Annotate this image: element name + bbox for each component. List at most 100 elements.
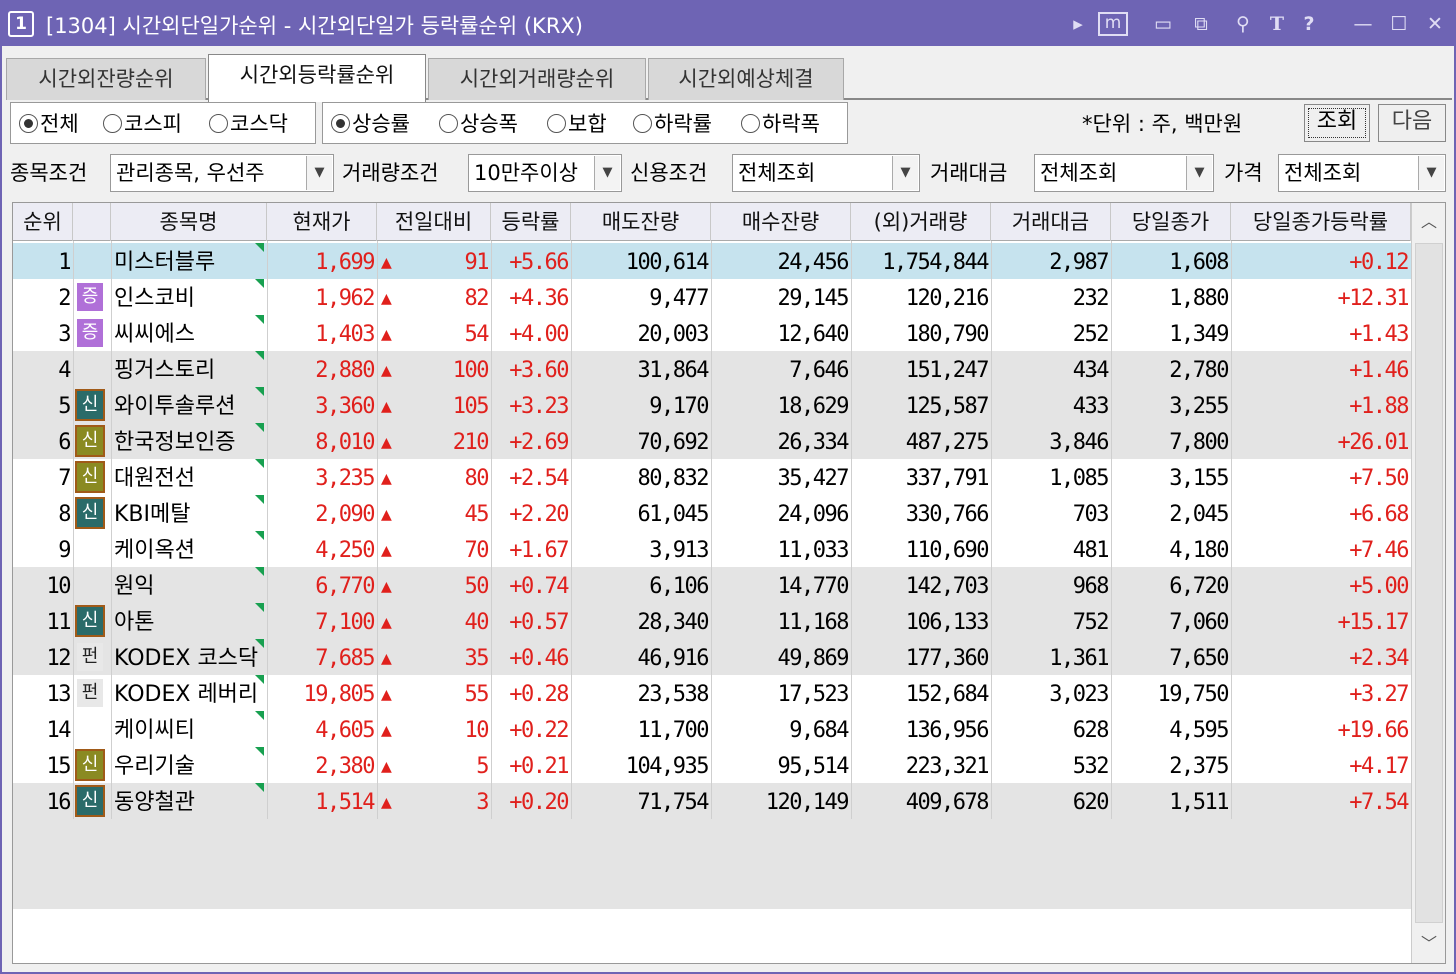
filter-credit-select[interactable]: 전체조회 ▼ [732,154,920,192]
chevron-down-icon[interactable]: ▼ [594,156,620,190]
col-header-amount[interactable]: 거래대금 [991,203,1111,241]
cell-volume: 142,703 [905,574,990,599]
window-copy-icon[interactable]: ⧉ [1186,10,1216,38]
m-icon[interactable]: m [1098,12,1128,36]
pin-icon[interactable]: ⚲ [1228,10,1258,38]
chevron-down-icon[interactable]: ▼ [892,156,918,190]
scroll-up-icon[interactable]: ︿ [1414,207,1444,237]
radio-kospi[interactable]: 코스피 [103,111,182,137]
table-row[interactable]: 2 인스코비 1,962 82 ▲ +4.36 9,477 29,145 120,216 232 1… [13,279,1411,315]
change-arrow: ▲ [377,351,401,387]
cell-close_rate: +7.46 [1349,538,1409,563]
minimize-icon[interactable]: — [1350,10,1376,38]
table-row[interactable]: 5 와이투솔루션 3,360 105 ▲ +3.23 9,170 18,629 125,587 4… [13,387,1411,423]
cell-price: 3,360 [315,394,375,419]
col-header-rank[interactable]: 순위 [13,203,73,241]
tab-expected-execution[interactable]: 시간외예상체결 [648,58,844,100]
tab-remaining-rank[interactable]: 시간외잔량순위 [6,58,206,100]
close-icon[interactable]: ✕ [1422,10,1448,38]
radio-circle [439,114,458,133]
table-row[interactable]: 15 우리기술 2,380 5 ▲ +0.21 104,935 95,514 223,321 53… [13,747,1411,783]
table-row[interactable]: 4 핑거스토리 2,880 100 ▲ +3.60 31,864 7,646 151,247 43… [13,351,1411,387]
cell-rate: +0.74 [509,574,569,599]
table-row[interactable]: 16 동양철관 1,514 3 ▲ +0.20 71,754 120,149 409,678 62… [13,783,1411,819]
cell-price: 2,880 [315,358,375,383]
table-row[interactable]: 11 아톤 7,100 40 ▲ +0.57 28,340 11,168 106,133 752 7… [13,603,1411,639]
table-row[interactable]: 13 KODEX 레버리 19,805 55 ▲ +0.28 23,538 17,523 152… [13,675,1411,711]
radio-all[interactable]: 전체 [19,111,79,137]
radio-fall-rate[interactable]: 하락률 [633,111,712,137]
radio-flat[interactable]: 보합 [547,111,607,137]
table-row[interactable]: 10 원익 6,770 50 ▲ +0.74 6,106 14,770 142,703 968 6,… [13,567,1411,603]
vertical-scrollbar[interactable]: ︿ ﹀ [1411,203,1445,963]
tab-change-rate-rank[interactable]: 시간외등락률순위 [208,54,426,102]
table-row[interactable]: 7 대원전선 3,235 80 ▲ +2.54 80,832 35,427 337,791 1,0… [13,459,1411,495]
scroll-track[interactable] [1415,243,1443,923]
table-row[interactable]: 14 케이씨티 4,605 10 ▲ +0.22 11,700 9,684 136,956 628… [13,711,1411,747]
filter-amount-select[interactable]: 전체조회 ▼ [1034,154,1214,192]
table-row[interactable]: 1 미스터블루 1,699 91 ▲ +5.66 100,614 24,456 1,754,84… [13,243,1411,279]
chevron-down-icon[interactable]: ▼ [306,156,332,190]
cell-bid: 11,033 [777,538,850,563]
window-icon[interactable]: ▭ [1148,10,1178,38]
cell-rate: +2.54 [509,466,569,491]
col-header-bid[interactable]: 매수잔량 [711,203,851,241]
table-row[interactable]: 8 KBI메탈 2,090 45 ▲ +2.20 61,045 24,096 330,766 70… [13,495,1411,531]
chevron-down-icon[interactable]: ▼ [1418,156,1444,190]
chevron-down-icon[interactable]: ▼ [1186,156,1212,190]
note-marker-icon [255,387,264,396]
maximize-icon[interactable]: ☐ [1386,10,1412,38]
cell-bid: 11,168 [777,610,850,635]
col-header-ask[interactable]: 매도잔량 [571,203,711,241]
col-header-badge[interactable] [73,203,111,241]
cell-rank: 13 [46,682,72,707]
col-header-price[interactable]: 현재가 [267,203,377,241]
cell-close: 7,650 [1169,646,1229,671]
cell-price: 7,685 [315,646,375,671]
col-header-change[interactable]: 전일대비 [377,203,491,241]
table-row[interactable]: 9 케이옥션 4,250 70 ▲ +1.67 3,913 11,033 110,690 481 4… [13,531,1411,567]
stock-badge: 신 [75,605,105,637]
col-header-close[interactable]: 당일종가 [1111,203,1231,241]
cell-price: 7,100 [315,610,375,635]
cell-close_rate: +1.88 [1349,394,1409,419]
cell-volume: 120,216 [905,286,990,311]
cell-bid: 29,145 [777,286,850,311]
cell-amount: 481 [1072,538,1110,563]
cell-bid: 18,629 [777,394,850,419]
col-header-volume[interactable]: (외)거래량 [851,203,991,241]
filter-price-select[interactable]: 전체조회 ▼ [1278,154,1446,192]
query-button[interactable]: 조회 [1304,104,1370,142]
tab-volume-rank[interactable]: 시간외거래량순위 [428,58,646,100]
change-arrow: ▲ [377,459,401,495]
table-row[interactable]: 3 씨씨에스 1,403 54 ▲ +4.00 20,003 12,640 180,790 252… [13,315,1411,351]
cell-amount: 968 [1072,574,1110,599]
cell-rank: 10 [46,574,72,599]
cell-close_rate: +1.46 [1349,358,1409,383]
col-header-close-rate[interactable]: 당일종가등락률 [1231,203,1411,241]
radio-rise-rate[interactable]: 상승률 [331,111,410,137]
radio-rise-amount[interactable]: 상승폭 [439,111,518,137]
column-divider [1111,241,1112,891]
filter-stock-select[interactable]: 관리종목, 우선주 ▼ [110,154,334,192]
cell-rate: +4.00 [509,322,569,347]
title-bar[interactable]: 1 [1304] 시간외단일가순위 - 시간외단일가 등락률순위 (KRX) ▸… [2,2,1454,46]
radio-fall-amount[interactable]: 하락폭 [741,111,820,137]
radio-circle [633,114,652,133]
table-row[interactable]: 12 KODEX 코스닥 7,685 35 ▲ +0.46 46,916 49,869 177,… [13,639,1411,675]
next-button[interactable]: 다음 [1378,104,1446,142]
radio-kosdaq[interactable]: 코스닥 [209,111,288,137]
cell-close: 2,780 [1169,358,1229,383]
col-header-rate[interactable]: 등락률 [491,203,571,241]
play-icon[interactable]: ▸ [1068,10,1088,38]
text-T-icon[interactable]: T [1262,10,1292,38]
radio-label: 코스닥 [230,112,288,136]
col-header-name[interactable]: 종목명 [111,203,267,241]
filter-volume-select[interactable]: 10만주이상 ▼ [468,154,622,192]
help-icon[interactable]: ? [1296,10,1322,38]
scroll-down-icon[interactable]: ﹀ [1414,929,1444,959]
cell-close: 4,180 [1169,538,1229,563]
table-row[interactable]: 6 한국정보인증 8,010 210 ▲ +2.69 70,692 26,334 487,275… [13,423,1411,459]
change-arrow: ▲ [377,747,401,783]
cell-price: 19,805 [303,682,376,707]
